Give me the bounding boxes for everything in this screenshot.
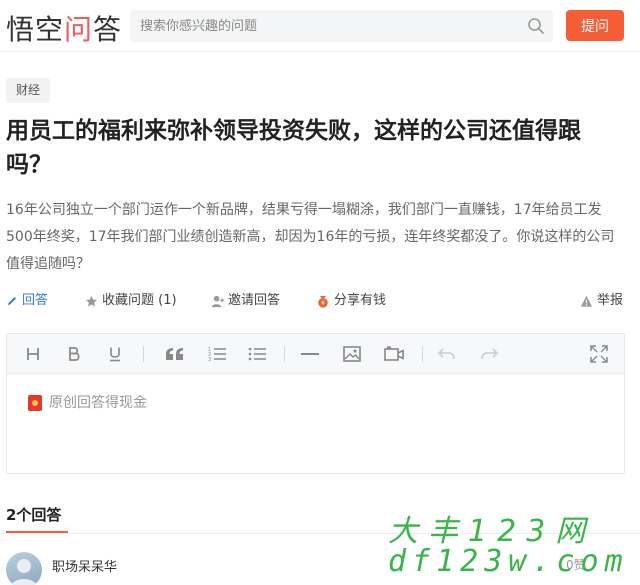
question-title: 用员工的福利来弥补领导投资失败，这样的公司还值得跟吗？ bbox=[6, 118, 581, 178]
search-box[interactable] bbox=[130, 10, 553, 42]
report-button[interactable]: 举报 bbox=[580, 290, 623, 312]
toolbar-divider bbox=[284, 346, 285, 362]
svg-text:¥: ¥ bbox=[321, 300, 325, 307]
user-icon bbox=[211, 295, 224, 307]
share-label: 分享有钱 bbox=[334, 293, 387, 308]
warning-icon bbox=[580, 295, 593, 307]
top-header: 悟空问答 提问 bbox=[0, 0, 640, 52]
pencil-icon bbox=[8, 297, 16, 305]
image-icon[interactable] bbox=[340, 342, 364, 366]
undo-icon[interactable] bbox=[435, 342, 459, 366]
red-packet-icon bbox=[28, 395, 42, 411]
heading-icon[interactable] bbox=[21, 342, 45, 366]
category-tag[interactable]: 财经 bbox=[6, 78, 51, 103]
question-description: 16年公司独立一个部门运作一个新品牌，结果亏得一塌糊涂，我们部门一直赚钱，17年… bbox=[6, 202, 615, 272]
video-icon[interactable] bbox=[382, 342, 406, 366]
ask-question-button[interactable]: 提问 bbox=[566, 10, 624, 41]
report-label: 举报 bbox=[597, 293, 624, 308]
watermark-en: df123w.com bbox=[388, 544, 629, 579]
editor-placeholder: 原创回答得现金 bbox=[49, 395, 147, 411]
search-icon[interactable] bbox=[527, 17, 545, 35]
editor-input-area[interactable]: 原创回答得现金 bbox=[7, 374, 624, 473]
bold-icon[interactable] bbox=[62, 342, 86, 366]
unordered-list-icon[interactable] bbox=[245, 342, 269, 366]
share-button[interactable]: ¥ 分享有钱 bbox=[316, 290, 386, 312]
svg-text:3: 3 bbox=[208, 357, 211, 362]
favorite-label: 收藏问题 (1) bbox=[102, 293, 177, 308]
invite-label: 邀请回答 bbox=[228, 293, 281, 308]
answer-author-name[interactable]: 职场呆呆华 bbox=[52, 556, 117, 575]
divider-icon[interactable] bbox=[298, 342, 322, 366]
star-icon bbox=[85, 295, 98, 307]
search-input[interactable] bbox=[130, 10, 510, 42]
money-bag-icon: ¥ bbox=[318, 296, 328, 308]
favorite-button[interactable]: 收藏问题 (1) bbox=[85, 290, 177, 312]
answers-divider bbox=[0, 533, 640, 534]
answer-like-count: 0赞 bbox=[566, 558, 586, 572]
ordered-list-icon[interactable]: 123 bbox=[205, 342, 229, 366]
answer-button[interactable]: 回答 bbox=[6, 290, 48, 312]
invite-button[interactable]: 邀请回答 bbox=[211, 290, 280, 312]
watermark-cn: 大丰123网 bbox=[388, 514, 596, 549]
watermark: 大丰123网 df123w.com bbox=[388, 506, 638, 582]
fullscreen-icon[interactable] bbox=[587, 342, 611, 366]
avatar[interactable] bbox=[6, 552, 42, 585]
toolbar-divider bbox=[143, 346, 144, 362]
toolbar-divider bbox=[422, 346, 423, 362]
question-actions: 回答 收藏问题 (1) 邀请回答 ¥ 分享有钱 举报 bbox=[0, 290, 640, 312]
underline-icon[interactable] bbox=[103, 342, 127, 366]
site-logo[interactable]: 悟空问答 bbox=[6, 8, 122, 48]
editor-toolbar: 123 bbox=[7, 334, 624, 374]
answers-count-tab[interactable]: 2个回答 bbox=[6, 504, 61, 525]
answer-editor: 123 原创回答得现金 bbox=[6, 333, 625, 474]
answer-label: 回答 bbox=[22, 293, 49, 308]
redo-icon[interactable] bbox=[477, 342, 501, 366]
quote-icon[interactable] bbox=[163, 342, 187, 366]
